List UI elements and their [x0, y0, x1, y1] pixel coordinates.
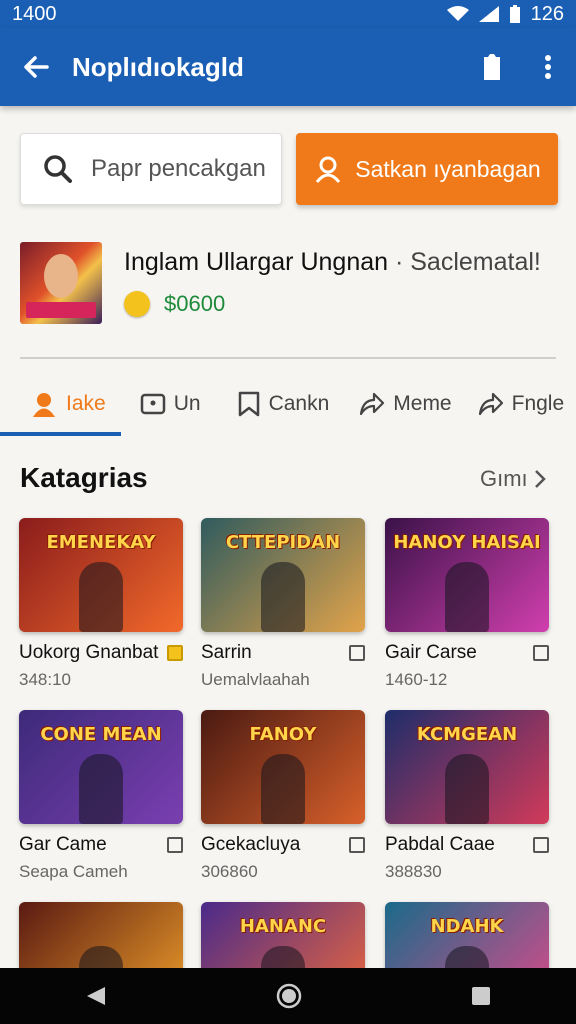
tab-indicator — [0, 432, 121, 436]
game-card[interactable]: HANOY HAISAI Gair Carse 1460-12 — [385, 518, 549, 690]
game-title: Gar Came — [19, 834, 107, 855]
tab-label: Cankn — [268, 392, 330, 415]
game-card[interactable]: FANOY Gcekacluya 306860 — [201, 710, 365, 882]
profile-name: Inglam Ullargar Ungnan — [124, 248, 389, 276]
more-vert-icon — [545, 55, 551, 79]
clipboard-icon — [484, 54, 500, 80]
user-icon — [33, 393, 55, 417]
search-user-button[interactable]: Satkan ıyanbagan — [296, 133, 558, 205]
search-button-label: Satkan ıyanbagan — [355, 155, 541, 182]
game-card[interactable]: EMENEKAY Uokorg Gnanbat 348:10 — [19, 518, 183, 690]
game-art-title: CTTEPIDAN — [225, 532, 341, 553]
bookmark-icon[interactable] — [533, 837, 549, 853]
bookmark-icon[interactable] — [167, 645, 183, 661]
game-art-title: HANOY HAISAI — [393, 532, 541, 553]
game-subtitle: Uemalvlaahah — [201, 670, 310, 689]
game-art-title: HANANC — [239, 916, 327, 937]
status-right-time: 126 — [530, 2, 564, 25]
game-subtitle: 348:10 — [19, 670, 71, 689]
share-icon — [360, 392, 385, 416]
game-title: Pabdal Caae — [385, 834, 495, 855]
tab-label: Iake — [66, 392, 106, 415]
game-subtitle: 306860 — [201, 862, 258, 881]
tab-cankn[interactable]: Cankn — [229, 376, 338, 432]
game-art-title: NDAHK — [430, 916, 504, 937]
status-bar: 1400 126 — [0, 0, 576, 28]
game-title: Uokorg Gnanbat — [19, 642, 159, 663]
chevron-right-icon — [534, 470, 546, 488]
tab-bar: Iake Un Cankn Meme Fngle — [0, 376, 576, 436]
page-title: Noplıdıokagld — [72, 51, 244, 82]
game-subtitle: Seapa Cameh — [19, 862, 128, 881]
game-art-title: EMENEKAY — [46, 532, 156, 553]
bookmark-icon — [238, 391, 259, 417]
game-subtitle: 388830 — [385, 862, 442, 881]
game-thumbnail: HANOY HAISAI — [385, 518, 549, 632]
search-icon — [44, 155, 72, 183]
search-input[interactable]: Papr pencakgan — [20, 133, 282, 205]
game-art-title: FANOY — [249, 724, 317, 745]
tab-home[interactable]: Iake — [22, 376, 114, 432]
bookmark-icon[interactable] — [167, 837, 183, 853]
back-arrow-icon — [24, 56, 49, 78]
tab-label: Fngle — [511, 392, 565, 415]
coin-icon — [124, 291, 150, 317]
battery-icon — [509, 5, 520, 23]
game-thumbnail: CONE MEAN — [19, 710, 183, 824]
app-bar: Noplıdıokagld — [0, 28, 576, 106]
game-art-title: CONE MEAN — [40, 724, 162, 745]
game-title: Gcekacluya — [201, 834, 301, 855]
profile-card[interactable]: Inglam Ullargar Ungnan · Saclematal! $06… — [20, 242, 560, 328]
status-icons: 126 — [446, 2, 564, 26]
search-row: Papr pencakgan Satkan ıyanbagan — [20, 133, 558, 205]
profile-subtitle: · Saclematal! — [394, 248, 541, 276]
tab-label: Un — [173, 392, 201, 415]
game-art-title: KCMGEAN — [416, 724, 518, 745]
bookmark-icon[interactable] — [349, 645, 365, 661]
game-thumbnail: EMENEKAY — [19, 518, 183, 632]
game-thumbnail: FANOY — [201, 710, 365, 824]
tab-label: Meme — [393, 392, 452, 415]
game-subtitle: 1460-12 — [385, 670, 448, 689]
system-nav-bar — [0, 968, 576, 1024]
section-title: Katagrias — [20, 462, 148, 493]
clipboard-button[interactable] — [464, 53, 520, 81]
profile-name-row: Inglam Ullargar Ungnan · Saclematal! — [124, 248, 541, 277]
see-all-label: Gımı — [480, 466, 528, 491]
tab-un[interactable]: Un — [132, 376, 209, 432]
wifi-icon — [446, 6, 469, 21]
square-icon — [140, 393, 165, 415]
game-card[interactable]: KCMGEAN Pabdal Caae 388830 — [385, 710, 549, 882]
nav-home-icon[interactable] — [276, 983, 302, 1009]
game-title: Sarrin — [201, 642, 252, 663]
nav-back-icon[interactable] — [85, 985, 107, 1007]
game-thumbnail: CTTEPIDAN — [201, 518, 365, 632]
game-card[interactable]: CONE MEAN Gar Came Seapa Cameh — [19, 710, 183, 882]
game-thumbnail: KCMGEAN — [385, 710, 549, 824]
divider — [20, 357, 556, 359]
nav-recents-icon[interactable] — [471, 986, 491, 1006]
tab-fngle[interactable]: Fngle — [470, 376, 573, 432]
game-card[interactable]: CTTEPIDAN Sarrin Uemalvlaahah — [201, 518, 365, 690]
bookmark-icon[interactable] — [533, 645, 549, 661]
bookmark-icon[interactable] — [349, 837, 365, 853]
see-all-link[interactable]: Gımı — [480, 466, 546, 492]
back-button[interactable] — [0, 54, 72, 80]
signal-icon — [478, 6, 499, 22]
profile-price: $0600 — [164, 291, 226, 316]
more-options-button[interactable] — [520, 55, 576, 79]
profile-avatar — [20, 242, 102, 324]
tab-meme[interactable]: Meme — [351, 376, 459, 432]
user-search-icon — [316, 156, 341, 183]
status-time: 1400 — [12, 2, 57, 25]
search-placeholder: Papr pencakgan — [91, 155, 266, 182]
game-title: Gair Carse — [385, 642, 477, 663]
share-icon — [478, 392, 503, 416]
